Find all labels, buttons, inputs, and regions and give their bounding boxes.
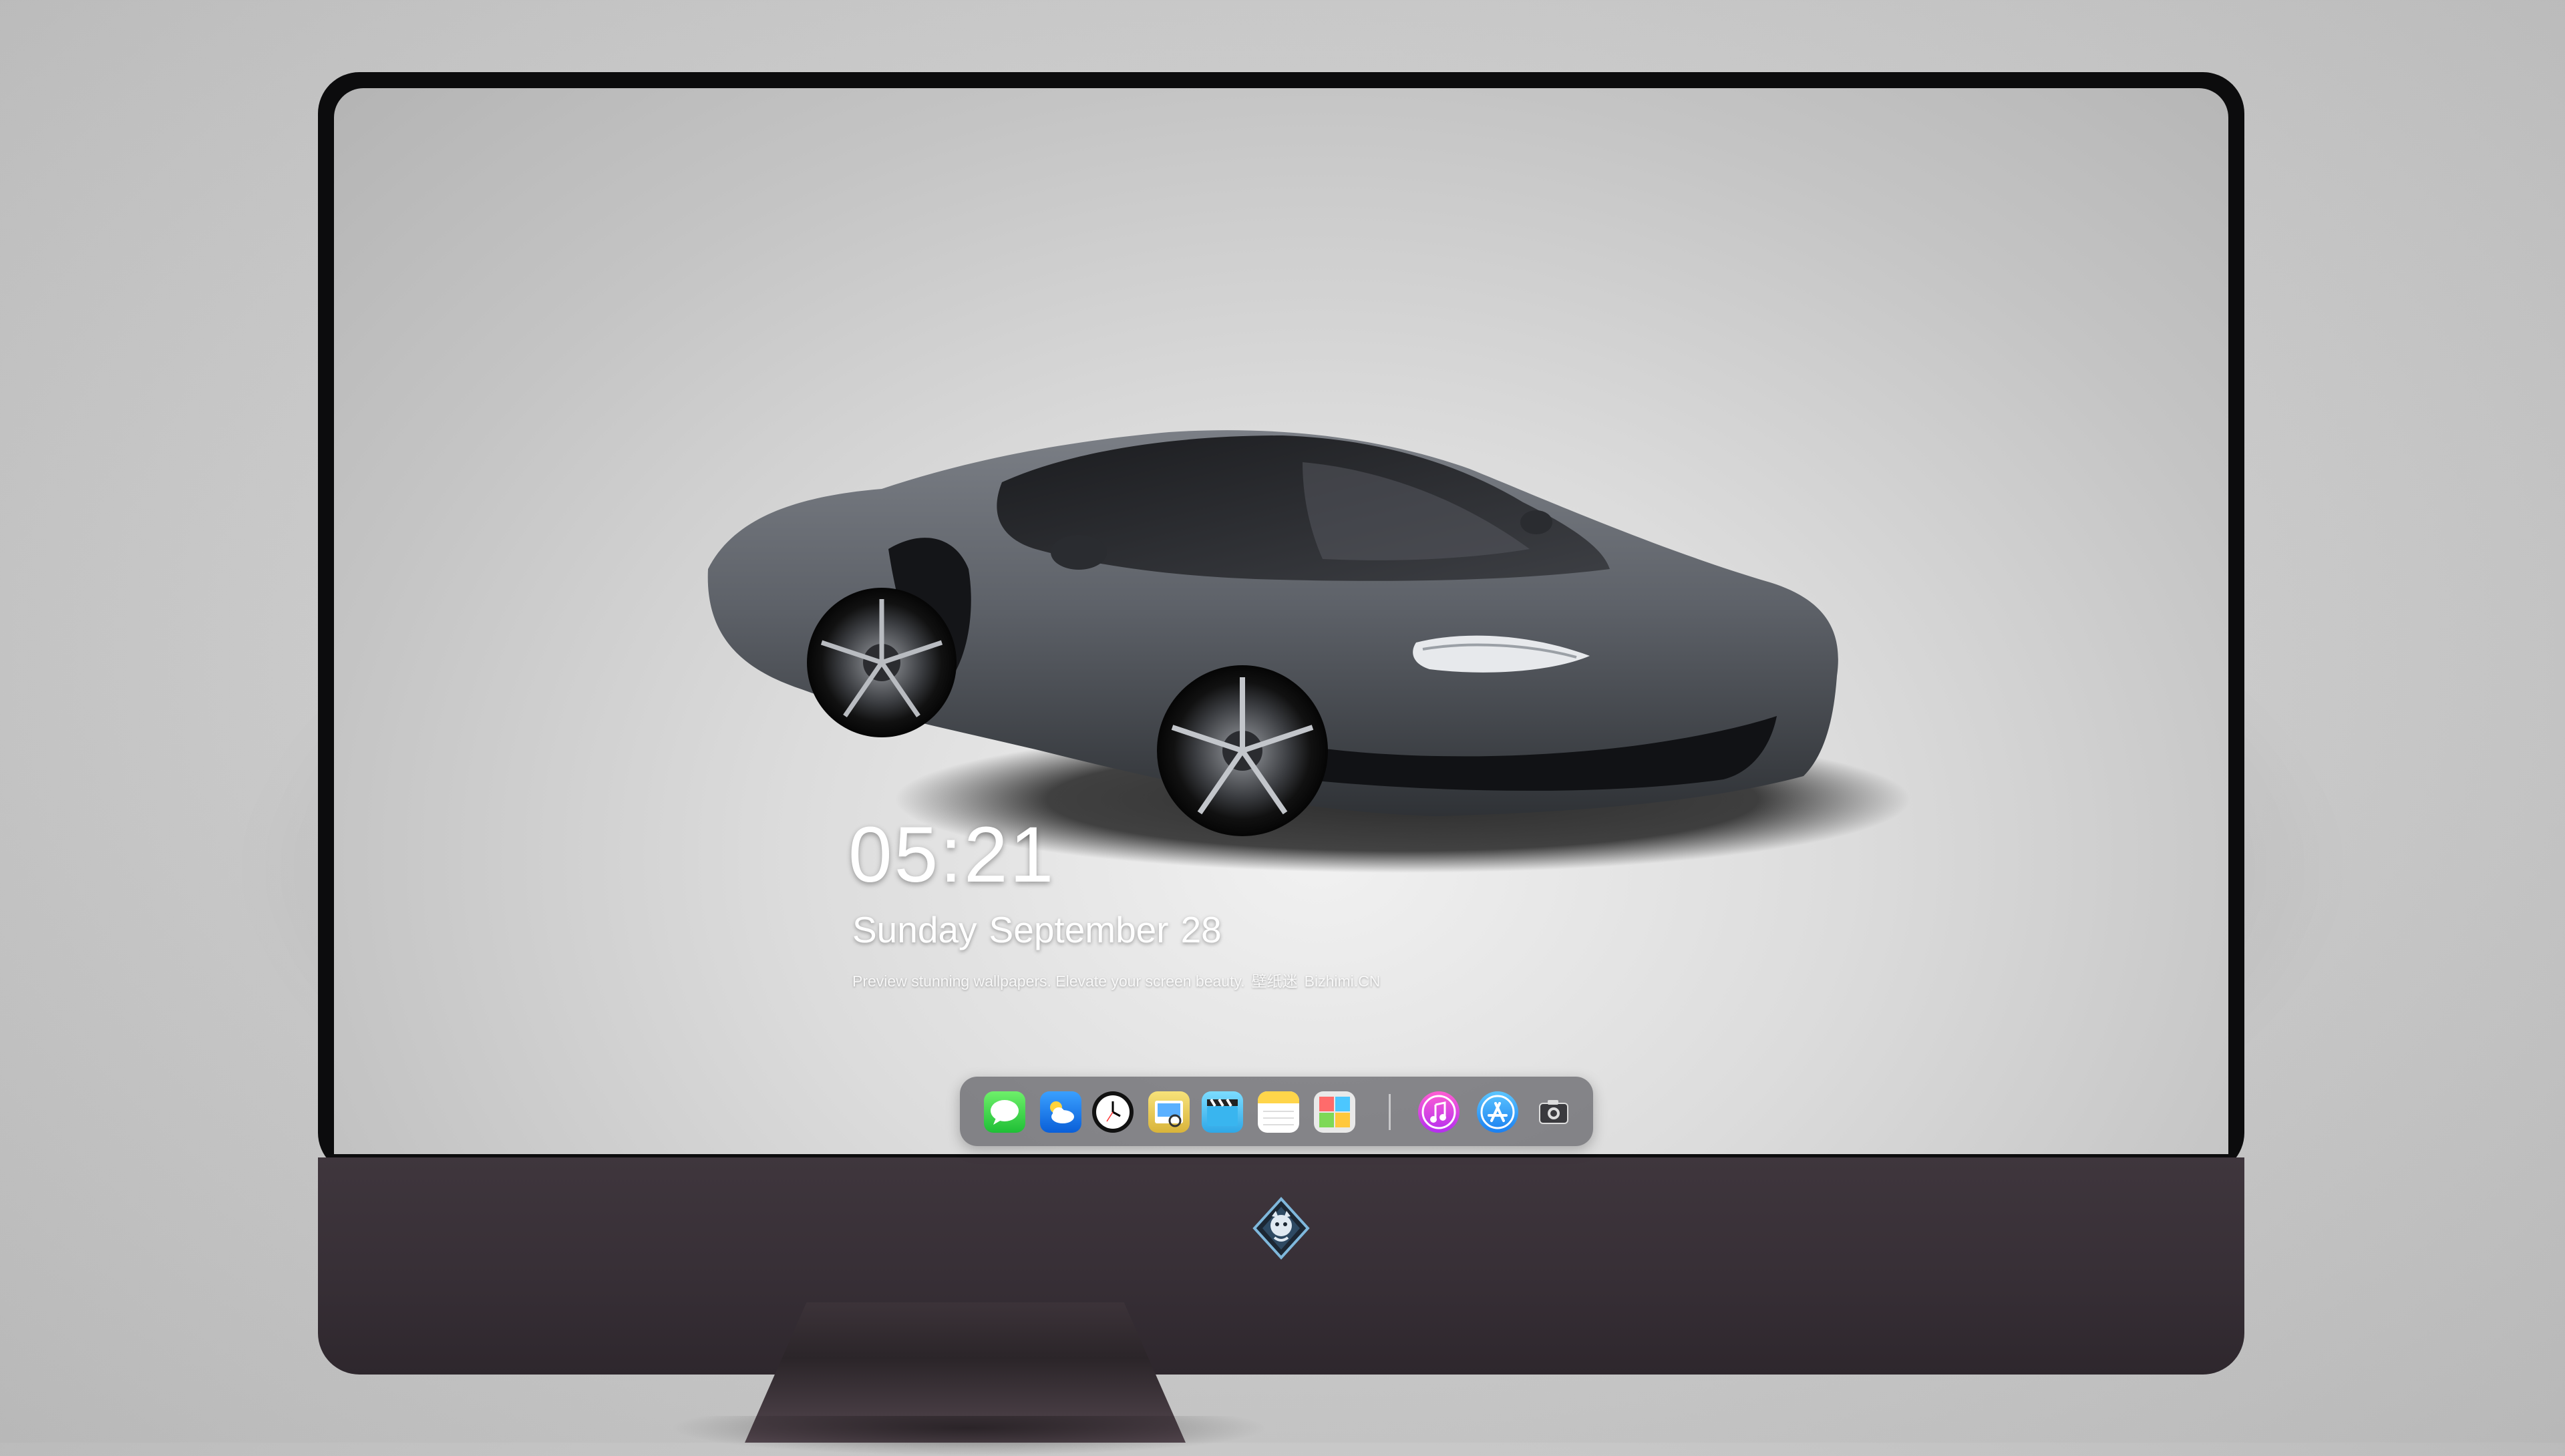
desktop-screen: 05:21 Sunday September 28 Preview stunning… (334, 88, 2228, 1154)
monitor-chin (318, 1157, 2244, 1375)
app-store-icon[interactable] (1477, 1091, 1518, 1133)
tagline-text: Preview stunning wallpapers. Elevate you… (852, 972, 1245, 990)
dock-separator (1389, 1094, 1391, 1130)
preview-icon[interactable] (1148, 1091, 1190, 1133)
brand-logo-icon (1249, 1196, 1313, 1260)
notes-icon[interactable] (1258, 1091, 1299, 1133)
dock (960, 1077, 1593, 1146)
photo-booth-icon[interactable] (1314, 1091, 1355, 1133)
camera-icon[interactable] (1533, 1091, 1574, 1133)
day-label: 28 (1180, 909, 1222, 950)
wallpaper-car (707, 430, 1910, 873)
stand-shadow (668, 1416, 1269, 1456)
month-label: September (989, 909, 1169, 950)
messages-icon[interactable] (984, 1091, 1025, 1133)
wallpaper-tagline: Preview stunning wallpapers. Elevate you… (852, 968, 1387, 991)
lock-screen-date: Sunday September 28 (852, 908, 1234, 951)
itunes-icon[interactable] (1418, 1091, 1460, 1133)
tagline-site-link[interactable]: Bizhimi.CN (1305, 972, 1381, 990)
tagline-cn: 壁纸迷 (1251, 972, 1298, 990)
weekday-label: Sunday (852, 909, 977, 950)
clips-icon[interactable] (1202, 1091, 1243, 1133)
clock-icon[interactable] (1092, 1091, 1134, 1133)
weather-icon[interactable] (1040, 1091, 1081, 1133)
lock-screen-time: 05:21 (848, 811, 1056, 899)
